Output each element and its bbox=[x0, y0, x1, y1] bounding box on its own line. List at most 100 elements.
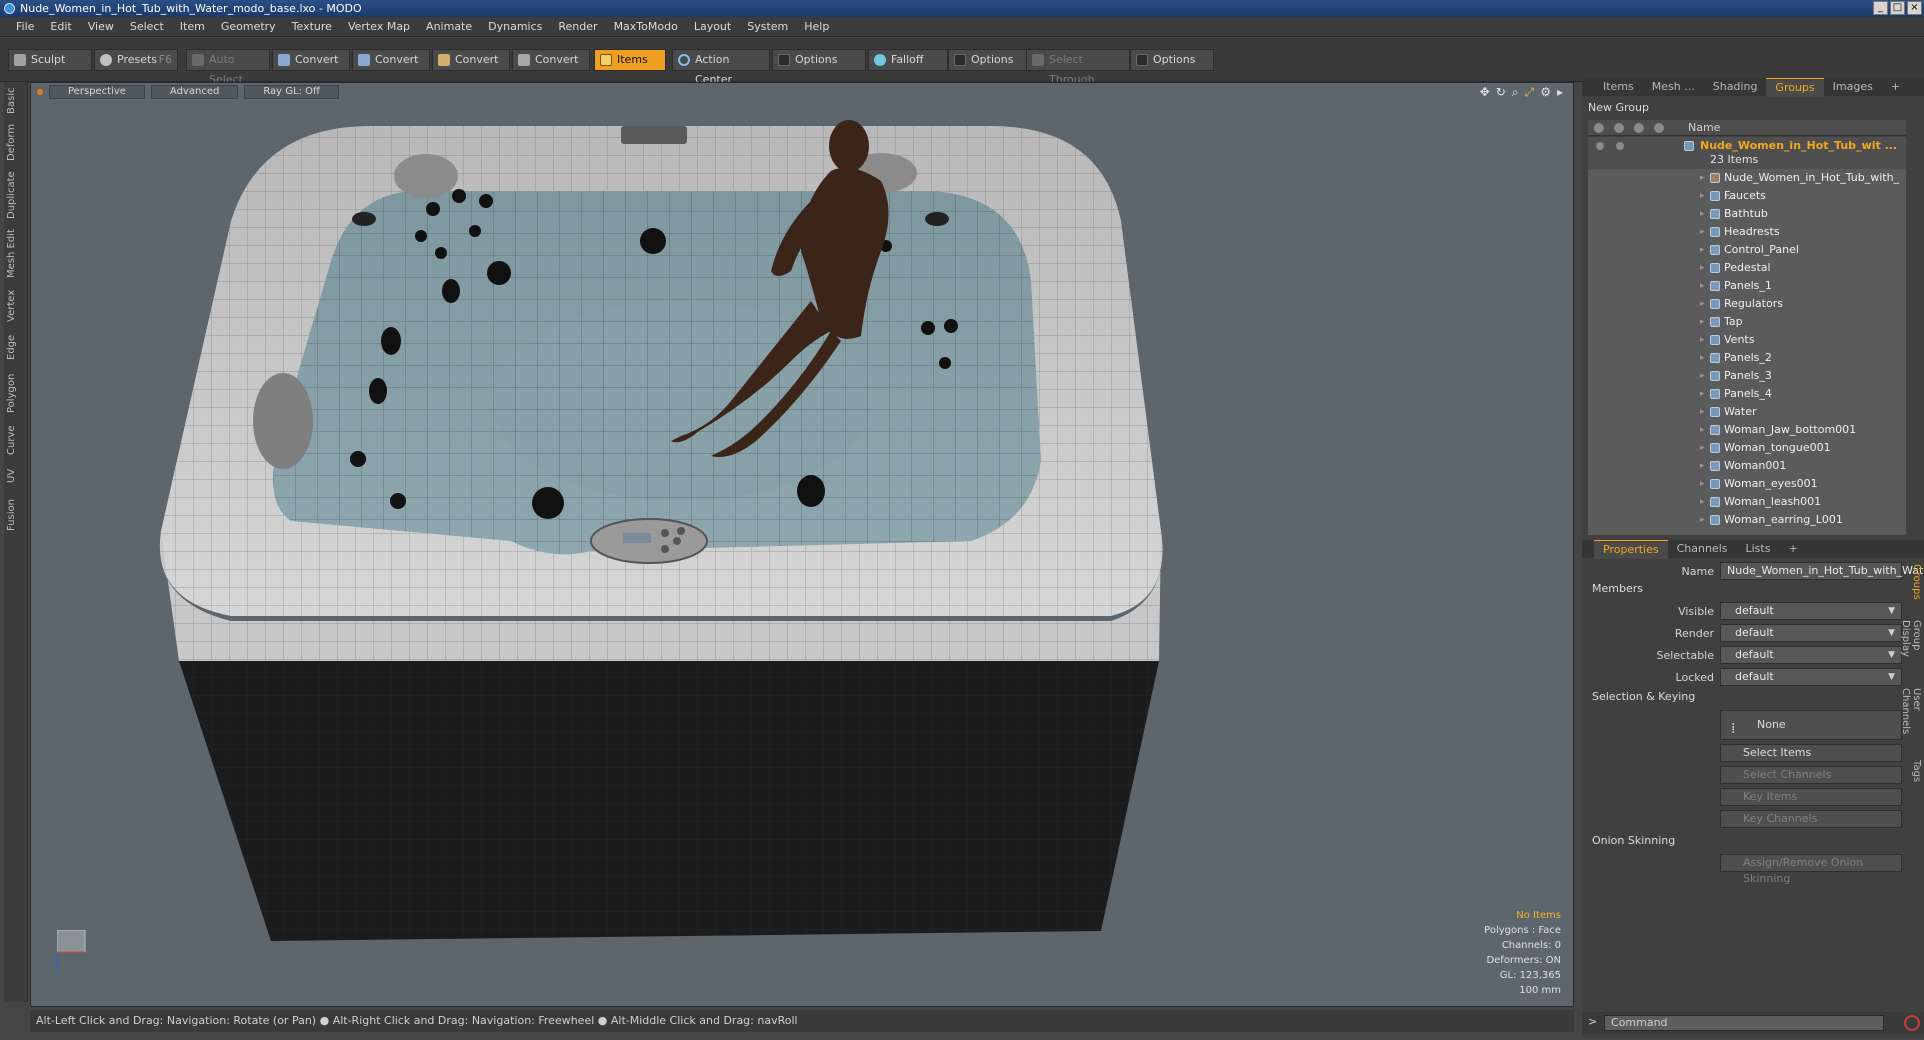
tree-row[interactable]: ▸ Pedestal bbox=[1588, 259, 1906, 277]
side-tab-user-channels[interactable]: User Channels bbox=[1900, 688, 1922, 754]
menu-edit[interactable]: Edit bbox=[42, 17, 79, 37]
menu-select[interactable]: Select bbox=[122, 17, 172, 37]
fit-icon[interactable]: ⤢ bbox=[1525, 85, 1535, 100]
expand-icon[interactable]: ▸ bbox=[1700, 277, 1705, 295]
rotate-icon[interactable]: ↻ bbox=[1496, 85, 1506, 100]
selection-keying-section[interactable]: Selection & Keying bbox=[1592, 690, 1695, 703]
render-dropdown[interactable]: default ▼ bbox=[1720, 624, 1902, 642]
tree-row[interactable]: ▸ Control_Panel bbox=[1588, 241, 1906, 259]
tree-row[interactable]: ▸ Woman_Jaw_bottom001 bbox=[1588, 421, 1906, 439]
expand-icon[interactable]: ▸ bbox=[1700, 349, 1705, 367]
menu-view[interactable]: View bbox=[80, 17, 122, 37]
options-button-2[interactable]: Options bbox=[948, 49, 1028, 71]
tree-row[interactable]: ▸ Panels_4 bbox=[1588, 385, 1906, 403]
tab-duplicate[interactable]: Duplicate bbox=[6, 170, 26, 220]
menu-item[interactable]: Item bbox=[172, 17, 213, 37]
expand-icon[interactable]: ▸ bbox=[1700, 511, 1705, 529]
expand-icon[interactable]: ▸ bbox=[1700, 439, 1705, 457]
tab-groups[interactable]: Groups bbox=[1766, 77, 1824, 97]
menu-file[interactable]: File bbox=[8, 17, 42, 37]
visibility-toggle[interactable] bbox=[1596, 142, 1604, 150]
tab-channels[interactable]: Channels bbox=[1668, 540, 1737, 558]
menu-help[interactable]: Help bbox=[796, 17, 837, 37]
render-toggle[interactable] bbox=[1616, 142, 1624, 150]
tree-row[interactable]: ▸ Faucets bbox=[1588, 187, 1906, 205]
tree-row[interactable]: ▸ Woman_eyes001 bbox=[1588, 475, 1906, 493]
add-tab-icon[interactable]: + bbox=[1882, 78, 1909, 96]
auto-select-button[interactable]: Auto Select bbox=[186, 49, 270, 86]
expand-icon[interactable]: ▸ bbox=[1700, 457, 1705, 475]
menu-vertex-map[interactable]: Vertex Map bbox=[340, 17, 418, 37]
falloff-button[interactable]: Falloff bbox=[868, 49, 948, 71]
assign-onion-button[interactable]: Assign/Remove Onion Skinning bbox=[1720, 854, 1902, 885]
visible-dropdown[interactable]: default ▼ bbox=[1720, 602, 1902, 620]
render-icon[interactable] bbox=[1614, 123, 1624, 133]
3d-viewport[interactable]: Perspective Advanced Ray GL: Off ✥ ↻ ⌕ ⤢… bbox=[30, 82, 1574, 1007]
tree-row[interactable]: ▸ Water bbox=[1588, 403, 1906, 421]
tree-row-root[interactable]: Nude_Women_in_Hot_Tub_wit ... 23 Items bbox=[1588, 137, 1906, 169]
add-tab-icon[interactable]: + bbox=[1779, 540, 1806, 558]
onion-skinning-section[interactable]: Onion Skinning bbox=[1592, 834, 1675, 847]
new-group-button[interactable]: New Group bbox=[1588, 100, 1668, 116]
expand-icon[interactable]: ▸ bbox=[1700, 205, 1705, 223]
viewport-menu-icon[interactable] bbox=[37, 89, 43, 95]
tree-row[interactable]: ▸ Vents bbox=[1588, 331, 1906, 349]
none-button[interactable]: ⁞ None bbox=[1720, 710, 1902, 740]
menu-layout[interactable]: Layout bbox=[686, 17, 739, 37]
locked-dropdown[interactable]: default ▼ bbox=[1720, 668, 1902, 686]
options-button-3[interactable]: Options bbox=[1130, 49, 1214, 71]
presets-button[interactable]: Presets F6 bbox=[94, 49, 178, 71]
select-items-button[interactable]: Select Items bbox=[1720, 744, 1902, 762]
menu-render[interactable]: Render bbox=[550, 17, 605, 37]
select-icon[interactable] bbox=[1634, 123, 1644, 133]
tree-row[interactable]: ▸ Headrests bbox=[1588, 223, 1906, 241]
tab-mesh-edit[interactable]: Mesh Edit bbox=[6, 228, 26, 280]
tree-row[interactable]: ▸ Panels_1 bbox=[1588, 277, 1906, 295]
tree-row[interactable]: ▸ Woman_tongue001 bbox=[1588, 439, 1906, 457]
expand-icon[interactable]: ▸ bbox=[1700, 403, 1705, 421]
record-icon[interactable] bbox=[1904, 1015, 1920, 1031]
zoom-icon[interactable]: ⌕ bbox=[1512, 85, 1519, 100]
tab-curve[interactable]: Curve bbox=[6, 424, 26, 456]
expand-icon[interactable]: ▸ bbox=[1700, 223, 1705, 241]
expand-icon[interactable]: ▸ bbox=[1700, 385, 1705, 403]
key-channels-button[interactable]: Key Channels bbox=[1720, 810, 1902, 828]
name-field[interactable]: Nude_Women_in_Hot_Tub_with_Wat bbox=[1720, 562, 1923, 580]
tab-shading[interactable]: Shading bbox=[1704, 78, 1767, 96]
convert-edges-button[interactable]: Convert bbox=[352, 49, 430, 71]
expand-icon[interactable]: ▸ bbox=[1700, 259, 1705, 277]
selectable-dropdown[interactable]: default ▼ bbox=[1720, 646, 1902, 664]
gear-icon[interactable]: ⚙ bbox=[1540, 85, 1551, 100]
options-button-1[interactable]: Options bbox=[772, 49, 866, 71]
menu-maxtomodo[interactable]: MaxToModo bbox=[606, 17, 686, 37]
eye-icon[interactable] bbox=[1594, 123, 1604, 133]
tab-images[interactable]: Images bbox=[1824, 78, 1882, 96]
tab-properties[interactable]: Properties bbox=[1594, 539, 1668, 559]
tree-row[interactable]: ▸ Bathtub bbox=[1588, 205, 1906, 223]
expand-icon[interactable]: ▸ bbox=[1700, 187, 1705, 205]
expand-icon[interactable]: ▸ bbox=[1700, 295, 1705, 313]
tab-mesh[interactable]: Mesh ... bbox=[1643, 78, 1704, 96]
tab-edge[interactable]: Edge bbox=[6, 332, 26, 362]
expand-icon[interactable]: ▸ bbox=[1700, 313, 1705, 331]
tab-uv[interactable]: UV bbox=[6, 466, 26, 486]
convert-vertices-button[interactable]: Convert bbox=[272, 49, 350, 71]
shading-mode-button[interactable]: Advanced bbox=[150, 85, 239, 99]
select-through-button[interactable]: Select Through bbox=[1026, 49, 1130, 86]
menu-geometry[interactable]: Geometry bbox=[213, 17, 284, 37]
menu-texture[interactable]: Texture bbox=[284, 17, 340, 37]
expand-icon[interactable]: ▸ bbox=[1700, 331, 1705, 349]
tree-row[interactable]: ▸ Panels_3 bbox=[1588, 367, 1906, 385]
tab-polygon[interactable]: Polygon bbox=[6, 372, 26, 414]
tree-row[interactable]: ▸ Regulators bbox=[1588, 295, 1906, 313]
tree-row[interactable]: ▸ Woman_leash001 bbox=[1588, 493, 1906, 511]
convert-materials-button[interactable]: Convert bbox=[512, 49, 590, 71]
side-tab-tags[interactable]: Tags bbox=[1908, 760, 1922, 790]
expand-icon[interactable]: ▸ bbox=[1700, 493, 1705, 511]
close-button[interactable]: × bbox=[1907, 1, 1922, 15]
expand-icon[interactable]: ▸ bbox=[1700, 421, 1705, 439]
lock-icon[interactable] bbox=[1654, 123, 1664, 133]
tree-row[interactable]: ▸ Tap bbox=[1588, 313, 1906, 331]
expand-arrow-icon[interactable]: ▸ bbox=[1557, 85, 1563, 100]
items-mode-button[interactable]: Items bbox=[594, 49, 666, 71]
